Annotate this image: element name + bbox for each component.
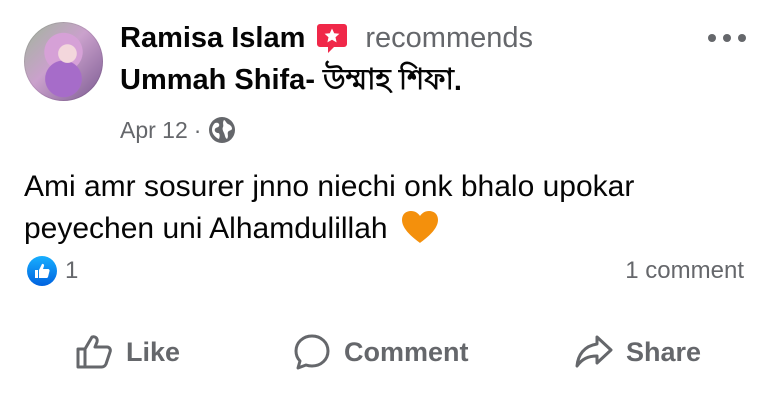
meta-separator: · <box>193 116 202 143</box>
post-meta: Apr 12 · <box>120 114 237 146</box>
like-reaction-icon <box>27 256 57 286</box>
share-arrow-icon <box>575 335 613 368</box>
page-name-link[interactable]: Ummah Shifa- উম্মাহ শিফা <box>120 57 454 106</box>
comment-count[interactable]: 1 comment <box>625 255 744 287</box>
recommend-star-icon <box>317 24 348 53</box>
like-button[interactable]: Like <box>74 322 180 382</box>
share-label: Share <box>626 336 702 367</box>
more-options-icon[interactable] <box>706 28 748 48</box>
orange-heart-icon <box>401 211 438 243</box>
like-label: Like <box>126 336 181 367</box>
recommended-page: Ummah Shifa- উম্মাহ শিফা. <box>120 62 462 100</box>
author-avatar[interactable] <box>24 22 103 101</box>
page-name-suffix: . <box>453 64 462 97</box>
post-actions-bar: Like Comment Share <box>0 322 768 382</box>
comment-button[interactable]: Comment <box>292 322 469 382</box>
recommends-text: recommends <box>365 21 534 54</box>
reaction-count: 1 <box>65 257 79 284</box>
share-button[interactable]: Share <box>574 322 701 382</box>
post-date[interactable]: Apr 12 <box>120 117 188 144</box>
post-body: Ami amr sosurer jnno niechi onk bhalo up… <box>24 166 724 250</box>
author-name[interactable]: Ramisa Islam <box>120 22 305 55</box>
comment-bubble-icon <box>294 334 330 370</box>
post-text: Ami amr sosurer jnno niechi onk bhalo up… <box>24 170 635 245</box>
globe-icon <box>209 117 236 143</box>
post-header: Ramisa Islam recommends <box>120 18 533 58</box>
thumbs-up-icon <box>76 335 112 369</box>
comment-label: Comment <box>344 336 469 367</box>
reaction-summary[interactable]: 1 <box>27 255 78 287</box>
